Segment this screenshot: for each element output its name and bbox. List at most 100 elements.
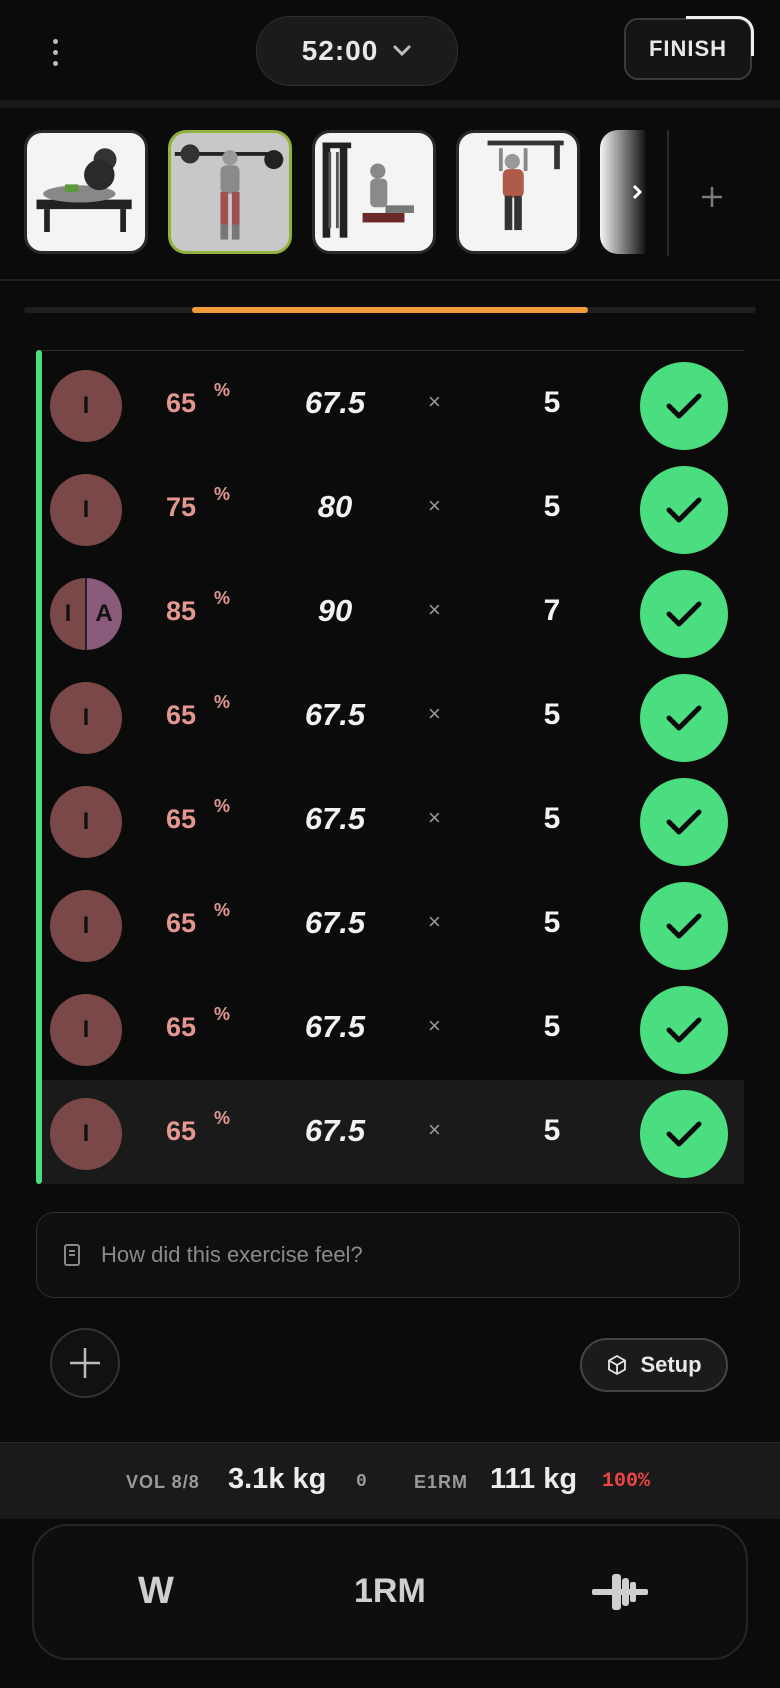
set-type-badge[interactable]: I [50,370,122,442]
set-percent[interactable]: 65 [166,1116,196,1147]
nav-1rm-button[interactable]: 1RM [354,1572,426,1611]
set-reps[interactable]: 5 [522,802,582,836]
exercise-thumb-squat[interactable] [168,130,292,254]
set-row[interactable]: I 75% 80 × 5 [42,456,744,560]
exercise-thumb-pull-up[interactable] [456,130,580,254]
barbell-plates-icon [592,1574,648,1610]
set-complete-button[interactable] [640,674,728,762]
set-type-badge[interactable]: I [50,994,122,1066]
set-row[interactable]: I A 85% 90 × 7 [42,560,744,664]
set-percent-sign: % [214,1004,231,1024]
set-weight[interactable]: 67.5 [270,801,400,837]
set-times-sign: × [428,701,441,726]
badge-divider [85,578,87,650]
set-percent-sign: % [214,588,231,608]
set-type-letter: I [82,1016,90,1043]
volume-label: VOL 8/8 [126,1472,200,1492]
set-weight[interactable]: 67.5 [270,905,400,941]
checkmark-icon [666,1017,702,1043]
set-complete-button[interactable] [640,362,728,450]
set-complete-button[interactable] [640,1090,728,1178]
exercise-thumb-next[interactable] [600,130,646,254]
set-type-letter: I [82,704,90,731]
plus-icon [702,187,722,207]
set-percent[interactable]: 65 [166,804,196,835]
set-times-sign: × [428,1013,441,1038]
set-percent[interactable]: 65 [166,908,196,939]
set-reps[interactable]: 5 [522,1010,582,1044]
finish-progress-arc [686,16,754,56]
set-complete-button[interactable] [640,986,728,1074]
set-weight[interactable]: 67.5 [270,697,400,733]
set-type-badge[interactable]: I [50,1098,122,1170]
checkmark-icon [666,393,702,419]
set-times-sign: × [428,909,441,934]
set-type-badge[interactable]: I [50,786,122,858]
set-percent-sign: % [214,796,231,816]
set-reps[interactable]: 5 [522,906,582,940]
exercise-thumb-bench-press[interactable] [24,130,148,254]
chevron-right-icon [632,184,643,200]
note-icon [64,1244,80,1266]
set-complete-button[interactable] [640,882,728,970]
seated-cable-row-icon [322,142,414,238]
sets-top-divider [40,350,744,351]
timer-value: 52:00 [301,35,379,66]
set-complete-button[interactable] [640,466,728,554]
set-percent-sign: % [214,692,231,712]
set-reps[interactable]: 5 [522,698,582,732]
set-row[interactable]: I 65% 67.5 × 5 [42,352,744,456]
nav-weight-button[interactable]: W [138,1570,174,1613]
set-reps[interactable]: 7 [522,594,582,628]
nav-plates-button[interactable] [590,1568,650,1616]
set-type-letter: I [82,912,90,939]
set-type-letter: I [82,1120,90,1147]
e1rm-label: E1RM [414,1472,469,1492]
set-weight[interactable]: 67.5 [270,385,400,421]
e1rm-percent: 100% [602,1470,651,1493]
volume-value: 3.1k kg [228,1463,327,1495]
timer-button[interactable]: 52:00 [256,16,458,86]
set-reps[interactable]: 5 [522,1114,582,1148]
set-percent-sign: % [214,1108,231,1128]
set-times-sign: × [428,805,441,830]
set-type-badge[interactable]: I [50,890,122,962]
set-reps[interactable]: 5 [522,490,582,524]
setup-button[interactable]: Setup [580,1338,728,1392]
set-percent-sign: % [214,484,231,504]
add-exercise-button[interactable] [690,175,734,219]
set-percent-sign: % [214,900,231,920]
set-row[interactable]: I 65% 67.5 × 5 [42,1080,744,1184]
setup-label: Setup [640,1352,702,1377]
exercise-thumb-cable-row[interactable] [312,130,436,254]
set-row[interactable]: I 65% 67.5 × 5 [42,664,744,768]
set-weight[interactable]: 67.5 [270,1113,400,1149]
checkmark-icon [666,809,702,835]
set-complete-button[interactable] [640,570,728,658]
set-type-badge[interactable]: I [50,474,122,546]
set-weight[interactable]: 67.5 [270,1009,400,1045]
set-type-badge[interactable]: IA [50,578,122,650]
set-complete-button[interactable] [640,778,728,866]
set-type-letter: I [82,392,90,419]
set-row[interactable]: I 65% 67.5 × 5 [42,872,744,976]
exercise-note-field[interactable] [36,1212,740,1298]
add-set-button[interactable] [50,1328,120,1398]
set-percent[interactable]: 75 [166,492,196,523]
set-weight[interactable]: 80 [270,489,400,525]
set-percent[interactable]: 65 [166,388,196,419]
note-input[interactable] [99,1241,663,1269]
set-percent[interactable]: 65 [166,1012,196,1043]
set-reps[interactable]: 5 [522,386,582,420]
set-type-letter: A [95,600,113,627]
set-row[interactable]: I 65% 67.5 × 5 [42,768,744,872]
set-percent[interactable]: 85 [166,596,196,627]
set-row[interactable]: I 65% 67.5 × 5 [42,976,744,1080]
set-weight[interactable]: 90 [270,593,400,629]
set-type-badge[interactable]: I [50,682,122,754]
menu-icon[interactable] [40,32,70,72]
volume-delta: 0 [356,1472,367,1492]
header-divider [0,100,780,108]
set-percent[interactable]: 65 [166,700,196,731]
bench-press-icon [36,148,132,232]
